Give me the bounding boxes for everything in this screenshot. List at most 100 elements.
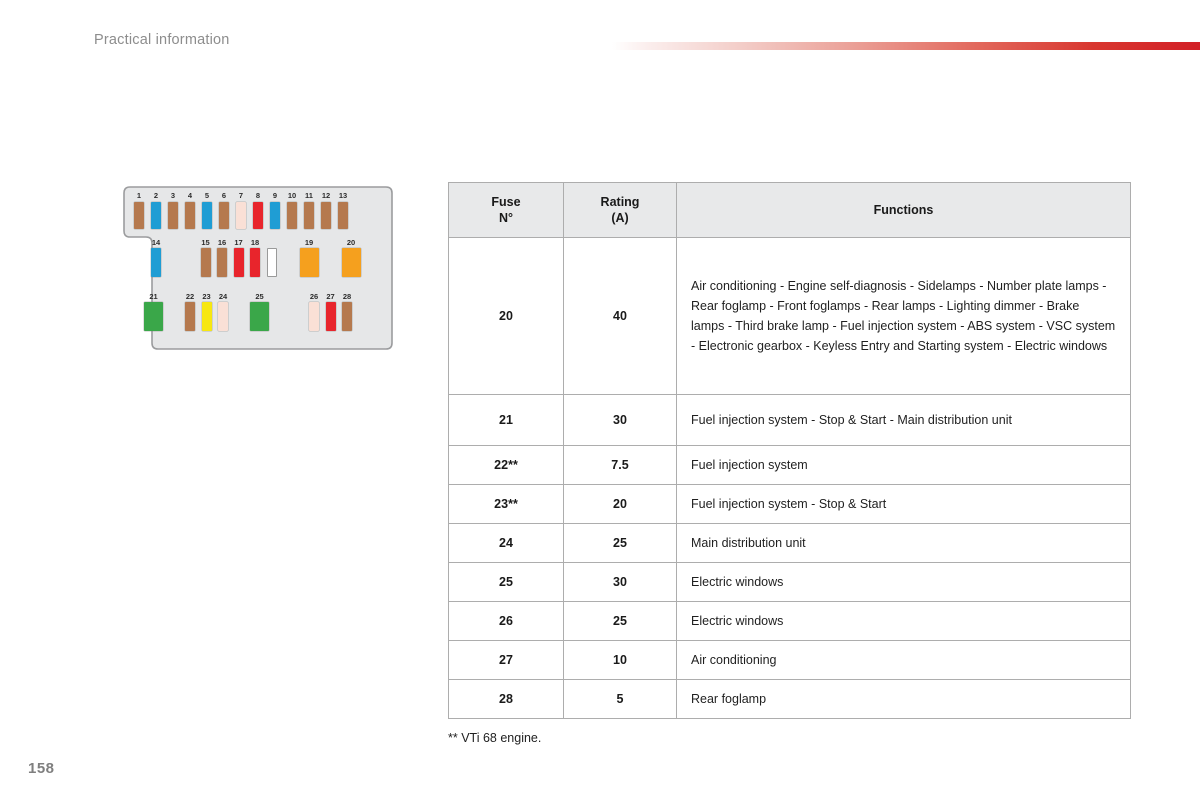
fuse-number-label: 15 [201,237,210,247]
cell-rating: 40 [563,237,677,395]
cell-functions: Rear foglamp [676,679,1131,719]
cell-functions: Air conditioning [676,640,1131,680]
fuse-body [144,302,163,331]
fuse-slot-26: 26 [309,291,319,331]
fuse-slot-6: 6 [219,191,229,229]
cell-functions: Fuel injection system [676,445,1131,485]
cell-fuse-number: 21 [448,394,564,446]
fuse-slot-blank [266,247,277,277]
fuse-number-label: 5 [204,191,210,200]
table-row: 26 25 Electric windows [448,601,1131,641]
cell-functions: Electric windows [676,562,1131,602]
fuse-body [151,248,161,277]
fuse-number-label: 11 [305,191,313,200]
fuse-number-label: 14 [151,237,161,247]
fuse-slot-4: 4 [185,191,195,229]
fuse-number-label: 24 [218,291,228,301]
fuse-body [325,302,336,331]
cell-fuse-number: 25 [448,562,564,602]
fuse-number-label: 12 [321,191,331,200]
cell-fuse-number: 20 [448,237,564,395]
cell-functions: Fuel injection system - Stop & Start [676,484,1131,524]
fuse-number-label: 13 [338,191,348,200]
fuse-slot-25: 25 [250,291,269,331]
fuse-number-label: 28 [342,291,352,301]
fuse-body [299,248,319,277]
column-header-rating-line1: Rating [600,195,640,209]
cell-rating: 10 [563,640,677,680]
cell-rating: 5 [563,679,677,719]
fuse-number-label: 26 [309,291,319,301]
table-row: 27 10 Air conditioning [448,640,1131,680]
fusebox-slot-empty [168,237,178,277]
fuse-number-label: 7 [238,191,244,200]
cell-rating: 20 [563,484,677,524]
fuse-slot-23: 23 [201,292,212,331]
page-title: Practical information [94,32,230,48]
fuse-slot-20: 20 [341,237,361,277]
fuse-number-label: 9 [272,191,278,200]
fuse-slot-18: 18 [250,237,260,277]
fusebox-slot-empty [184,237,194,277]
cell-rating: 25 [563,601,677,641]
fuse-slot-24: 24 [218,291,228,331]
cell-fuse-number: 23** [448,484,564,524]
cell-fuse-number: 27 [448,640,564,680]
fuse-slot-9: 9 [270,191,280,229]
fuse-number-label: 16 [217,237,227,247]
table-row: 20 40 Air conditioning - Engine self-diagn… [448,237,1131,395]
fuse-slot-14: 14 [151,237,161,277]
fuse-number-label: 18 [250,237,260,247]
cell-rating: 25 [563,523,677,563]
cell-rating: 7.5 [563,445,677,485]
fuse-body [287,201,297,229]
fuse-number-label: 6 [221,191,227,200]
cell-functions: Electric windows [676,601,1131,641]
table-row: 24 25 Main distribution unit [448,523,1131,563]
fuse-body [338,201,348,229]
fuse-number-label: 22 [185,291,195,301]
fuse-body [185,201,195,229]
page-header: Practical information [0,0,1200,70]
fuse-number-label: 19 [304,237,314,247]
fuse-body [134,201,144,229]
fuse-slot-10: 10 [287,191,297,229]
fuse-body [342,302,352,331]
fusebox-slot-empty [276,291,303,331]
fuse-slot-2: 2 [151,191,161,229]
header-accent-rule [612,42,1200,50]
fuse-number-label: 1 [136,191,142,200]
fuse-number-label: 27 [326,291,335,301]
cell-fuse-number: 26 [448,601,564,641]
fuse-number-label: 25 [255,291,264,301]
fuse-body [151,201,161,229]
fuse-number-label: 4 [187,191,193,200]
table-header-row: Fuse N° Rating (A) Functions [448,182,1131,238]
fuse-slot-13: 13 [338,191,348,229]
fuse-body [250,248,260,277]
fuse-body [309,302,319,331]
fuse-slot-15: 15 [200,237,211,277]
cell-rating: 30 [563,394,677,446]
fuse-slot-21: 21 [144,292,163,331]
table-row: 25 30 Electric windows [448,562,1131,602]
fuse-body [270,201,280,229]
fuse-body [250,302,269,331]
fuse-slot-22: 22 [185,291,195,331]
column-header-fuse-line2: N° [498,211,514,225]
table-row: 23** 20 Fuel injection system - Stop & Sta… [448,484,1131,524]
cell-functions: Fuel injection system - Stop & Start - M… [676,394,1131,446]
fuse-rating-table: Fuse N° Rating (A) Functions 20 40 Air con… [448,182,1131,719]
fuse-slot-28: 28 [342,291,352,331]
column-header-rating: Rating (A) [563,182,677,238]
column-header-functions: Functions [676,182,1131,238]
fusebox-slot-empty [170,291,179,331]
fuse-number-label: 2 [153,191,159,200]
fuse-number-label: 20 [346,237,356,247]
cell-fuse-number: 28 [448,679,564,719]
page-number: 158 [28,760,55,777]
table-row: 22** 7.5 Fuel injection system [448,445,1131,485]
fuse-body [219,201,229,229]
fuse-slot-19: 19 [299,237,319,277]
fuse-slot-12: 12 [321,191,331,229]
